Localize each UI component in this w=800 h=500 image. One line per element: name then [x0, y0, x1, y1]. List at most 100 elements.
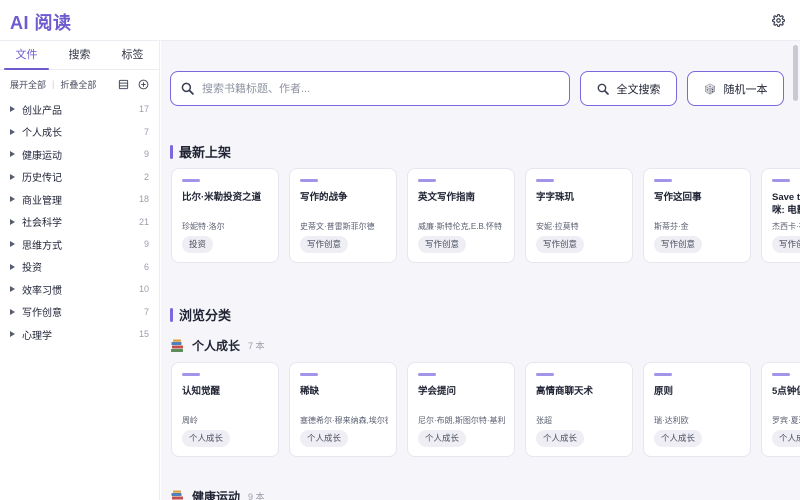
book-card[interactable]: 高情商聊天术 张超个人成长	[525, 362, 633, 457]
settings-button[interactable]	[770, 12, 786, 28]
book-author: 尼尔·布朗,斯图尔特·基利	[418, 416, 506, 425]
list-view-button[interactable]	[117, 78, 129, 90]
tab-search[interactable]: 搜索	[53, 41, 106, 69]
dice-icon	[704, 83, 715, 95]
book-card[interactable]: 原则 瑞·达利欧 个人成长	[643, 362, 751, 457]
caret-right-icon	[10, 308, 15, 315]
sidebar-tabs: 文件 搜索 标签	[0, 41, 159, 70]
category-label: 健康运动	[22, 150, 62, 162]
tab-files[interactable]: 文件	[0, 41, 53, 70]
random-book-label: 随机一本	[723, 83, 768, 96]
book-card[interactable]: 写作的战争 史蒂文·普雷斯菲尔德 写作创意	[289, 168, 397, 263]
card-accent-bar	[418, 179, 436, 182]
category-heading: 个人成长 7 本	[170, 337, 265, 354]
book-tag[interactable]: 写作创意	[654, 236, 703, 253]
book-tag[interactable]: 投资	[182, 236, 214, 253]
book-author: 周岭	[182, 416, 198, 425]
book-author: 威廉·斯特伦克,E.B.怀特	[418, 222, 503, 231]
book-card[interactable]: 认知觉醒 周岭 个人成长	[171, 362, 279, 457]
toolbar-divider: |	[52, 79, 55, 89]
book-tag[interactable]: 个人成长	[300, 430, 349, 447]
card-accent-bar	[300, 179, 318, 182]
sidebar-category-item[interactable]: 健康运动 9	[0, 143, 159, 166]
category-count: 2	[143, 171, 149, 182]
books-icon	[171, 490, 183, 500]
category-label: 写作创意	[22, 308, 62, 320]
caret-right-icon	[10, 173, 15, 180]
add-category-button[interactable]	[137, 78, 149, 90]
sidebar-category-item[interactable]: 商业管理 18	[0, 188, 159, 211]
category-count: 7 本	[248, 341, 265, 351]
category-count: 9 本	[248, 492, 265, 500]
book-author: 斯蒂芬·金	[654, 222, 689, 231]
books-icon	[171, 339, 183, 352]
fulltext-search-button[interactable]: 全文搜索	[580, 71, 677, 106]
category-label: 商业管理	[22, 195, 62, 207]
book-card[interactable]: 英文写作指南 威廉·斯特伦克,E.B.怀特 写作创意	[407, 168, 515, 263]
book-tag[interactable]: 个人成长	[182, 430, 231, 447]
caret-right-icon	[10, 106, 15, 113]
book-tag[interactable]: 个人成长	[418, 430, 467, 447]
sidebar-category-item[interactable]: 思维方式 9	[0, 233, 159, 256]
sidebar-category-item[interactable]: 投资 6	[0, 256, 159, 279]
category-label: 个人成长	[22, 128, 62, 140]
expand-all-button[interactable]: 展开全部	[10, 78, 46, 91]
collapse-all-button[interactable]: 折叠全部	[60, 78, 96, 91]
book-tag[interactable]: 个人成长	[536, 430, 585, 447]
app-title: AI 阅读	[10, 13, 72, 33]
book-tag[interactable]: 写作创意	[536, 236, 585, 253]
book-author: 杰西卡·布罗迪	[772, 222, 800, 231]
sidebar-category-item[interactable]: 个人成长 7	[0, 121, 159, 144]
book-card[interactable]: 学会提问 尼尔·布朗,斯图尔特·基利 个人成长	[407, 362, 515, 457]
book-card[interactable]: 字字珠玑安妮·拉莫特写作创意	[525, 168, 633, 263]
random-book-button[interactable]: 随机一本	[687, 71, 784, 106]
search-input[interactable]	[202, 82, 542, 95]
main-content: 全文搜索 随机一本 最新上架 比尔·米勒投资之道珍妮特·洛尔投资写作的战争史蒂文…	[161, 41, 800, 500]
main-scrollbar[interactable]	[793, 45, 798, 101]
category-count: 18	[138, 194, 149, 205]
book-card[interactable]: Save the Cat! 救猫咪: 电影编剧指南 年小杰西卡·布罗迪写作创意	[761, 168, 800, 263]
sidebar-category-item[interactable]: 社会科学 21	[0, 211, 159, 234]
sidebar-category-item[interactable]: 写作创意 7	[0, 301, 159, 324]
book-tag[interactable]: 写作创意	[772, 236, 800, 253]
book-tag[interactable]: 个人成长	[654, 430, 703, 447]
book-title: 5点钟俱乐部	[772, 386, 800, 397]
category-heading: 健康运动 9 本	[170, 488, 265, 500]
sidebar-category-item[interactable]: 效率习惯 10	[0, 278, 159, 301]
book-card[interactable]: 稀缺塞德希尔·穆来纳森,埃尔德·沙菲尔个人成长	[289, 362, 397, 457]
book-tag[interactable]: 个人成长	[772, 430, 800, 447]
book-title: Save the Cat! 救猫咪: 电影编剧指南 年小	[772, 192, 800, 216]
book-title: 稀缺	[300, 386, 320, 397]
book-title: 字字珠玑	[536, 192, 575, 203]
caret-right-icon	[10, 286, 15, 293]
card-accent-bar	[536, 373, 554, 376]
category-count: 15	[138, 329, 149, 340]
book-author: 张超	[536, 416, 552, 425]
book-card[interactable]: 5点钟俱乐部罗宾·夏玛个人成长	[761, 362, 800, 457]
category-label: 历史传记	[22, 173, 62, 185]
category-count: 9	[143, 149, 149, 160]
book-card[interactable]: 比尔·米勒投资之道 珍妮特·洛尔 投资	[171, 168, 279, 263]
book-title: 原则	[654, 386, 674, 397]
book-card[interactable]: 写作这回事 斯蒂芬·金 写作创意	[643, 168, 751, 263]
fulltext-search-label: 全文搜索	[616, 83, 661, 96]
sidebar-category-item[interactable]: 创业产品 17	[0, 98, 159, 121]
category-label: 投资	[22, 263, 42, 275]
card-accent-bar	[654, 373, 672, 376]
book-title: 高情商聊天术	[536, 386, 594, 397]
add-icon	[138, 79, 148, 89]
category-count: 10	[138, 284, 149, 295]
book-tag[interactable]: 写作创意	[418, 236, 467, 253]
sidebar-category-item[interactable]: 历史传记 2	[0, 166, 159, 189]
sidebar-category-item[interactable]: 心理学 15	[0, 323, 159, 346]
card-accent-bar	[182, 179, 200, 182]
caret-right-icon	[10, 263, 15, 270]
book-tag[interactable]: 写作创意	[300, 236, 349, 253]
book-author: 安妮·拉莫特	[536, 222, 579, 231]
card-accent-bar	[536, 179, 554, 182]
list-icon	[118, 79, 128, 89]
tree-toolbar: 展开全部 | 折叠全部	[0, 70, 159, 98]
tab-tags[interactable]: 标签	[106, 41, 159, 69]
book-author: 史蒂文·普雷斯菲尔德	[300, 222, 375, 231]
caret-right-icon	[10, 331, 15, 338]
